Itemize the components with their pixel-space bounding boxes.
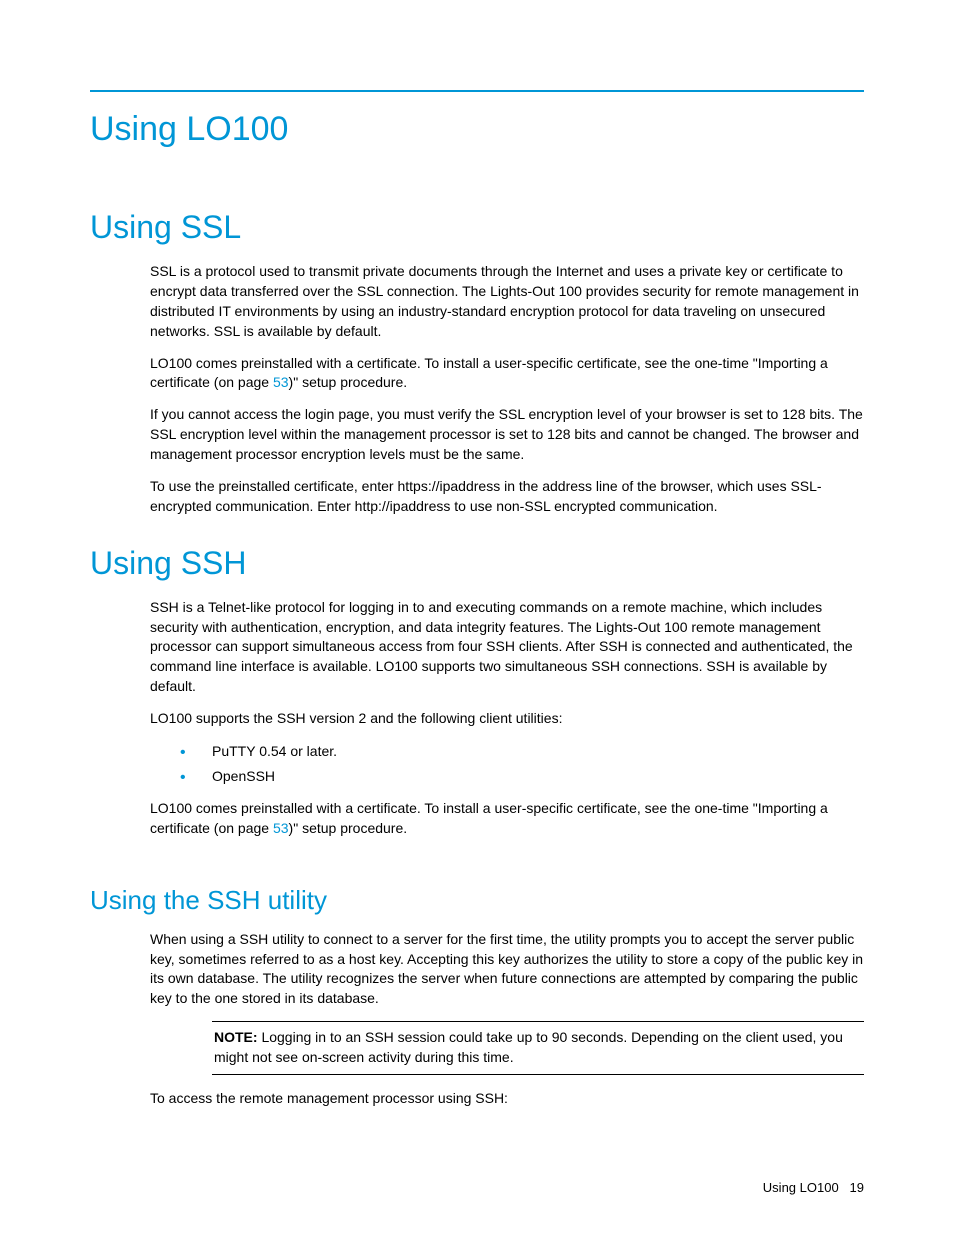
- sshutil-p1: When using a SSH utility to connect to a…: [150, 930, 864, 1010]
- ssl-p4: To use the preinstalled certificate, ent…: [150, 477, 864, 517]
- sshutil-p2: To access the remote management processo…: [150, 1089, 864, 1109]
- page-link-53[interactable]: 53: [273, 374, 289, 390]
- section-ssh-heading: Using SSH: [90, 545, 864, 582]
- ssh-p1: SSH is a Telnet-like protocol for loggin…: [150, 598, 864, 697]
- list-item: PuTTY 0.54 or later.: [150, 741, 864, 762]
- note-box: NOTE: Logging in to an SSH session could…: [212, 1021, 864, 1075]
- chapter-title: Using LO100: [90, 110, 864, 149]
- ssl-p1: SSL is a protocol used to transmit priva…: [150, 262, 864, 342]
- ssh-p3: LO100 comes preinstalled with a certific…: [150, 799, 864, 839]
- ssl-body: SSL is a protocol used to transmit priva…: [150, 262, 864, 517]
- note-label: NOTE:: [214, 1029, 258, 1045]
- note-text: NOTE: Logging in to an SSH session could…: [214, 1028, 862, 1068]
- ssl-p2: LO100 comes preinstalled with a certific…: [150, 354, 864, 394]
- footer-section: Using LO100: [763, 1180, 839, 1195]
- subsection-sshutil-heading: Using the SSH utility: [90, 885, 864, 916]
- page-footer: Using LO100 19: [763, 1180, 864, 1195]
- ssl-p3: If you cannot access the login page, you…: [150, 405, 864, 465]
- ssh-p2: LO100 supports the SSH version 2 and the…: [150, 709, 864, 729]
- ssh-p3b: )" setup procedure.: [289, 820, 408, 836]
- ssh-p3a: LO100 comes preinstalled with a certific…: [150, 800, 828, 836]
- section-ssl-heading: Using SSL: [90, 209, 864, 246]
- list-item: OpenSSH: [150, 766, 864, 787]
- ssh-bullets: PuTTY 0.54 or later. OpenSSH: [150, 741, 864, 787]
- note-body: Logging in to an SSH session could take …: [214, 1029, 843, 1065]
- footer-page-number: 19: [850, 1180, 864, 1195]
- ssl-p2a: LO100 comes preinstalled with a certific…: [150, 355, 828, 391]
- page-link-53-b[interactable]: 53: [273, 820, 289, 836]
- ssl-p2b: )" setup procedure.: [289, 374, 408, 390]
- ssh-body: SSH is a Telnet-like protocol for loggin…: [150, 598, 864, 839]
- sshutil-body: When using a SSH utility to connect to a…: [150, 930, 864, 1109]
- top-rule: [90, 90, 864, 92]
- page: Using LO100 Using SSL SSL is a protocol …: [0, 0, 954, 1235]
